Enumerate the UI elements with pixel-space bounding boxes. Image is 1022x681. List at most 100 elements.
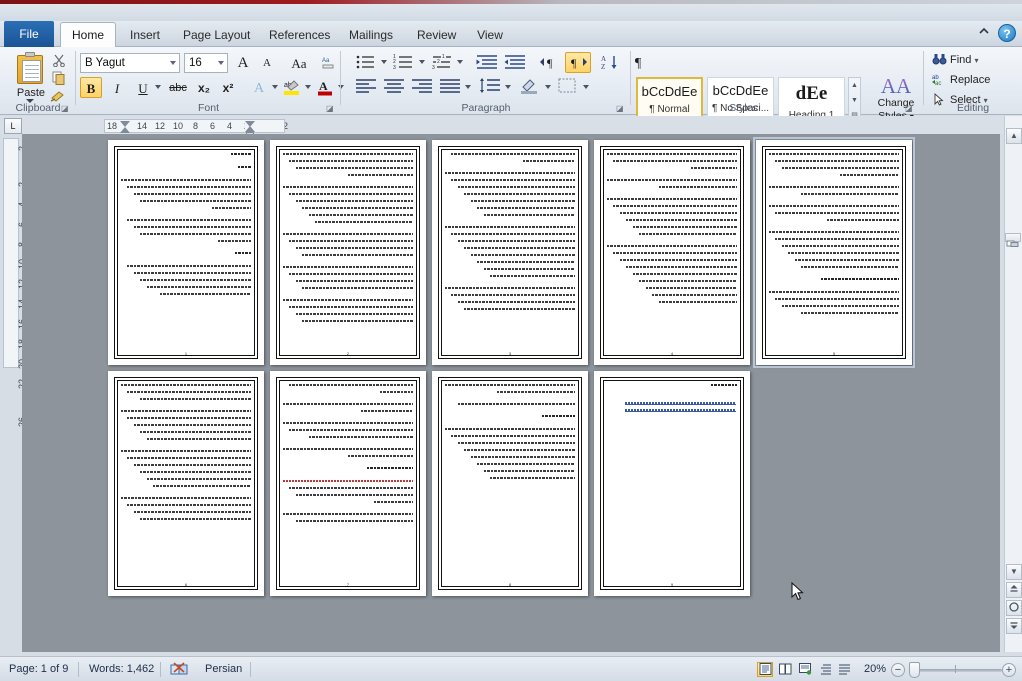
paste-icon[interactable] xyxy=(14,51,46,85)
scroll-down-arrow[interactable]: ▼ xyxy=(1006,564,1022,580)
align-left-icon[interactable] xyxy=(353,77,379,98)
line-spacing-dropdown-arrow[interactable] xyxy=(505,85,511,89)
paste-button-label[interactable]: Paste xyxy=(10,87,52,99)
page-thumbnail[interactable]: 5 xyxy=(753,137,915,368)
zoom-in-button[interactable]: + xyxy=(1002,663,1016,677)
next-page-button[interactable] xyxy=(1006,618,1022,634)
split-window-icon[interactable] xyxy=(1005,233,1021,247)
copy-icon[interactable] xyxy=(52,71,66,88)
page-thumbnail[interactable]: 4 xyxy=(594,140,750,365)
tab-view[interactable]: View xyxy=(468,23,512,47)
horizontal-ruler-right[interactable] xyxy=(245,119,285,137)
styles-dialog-launcher[interactable]: ◪ xyxy=(905,104,914,113)
find-button[interactable]: Find ▾ xyxy=(930,51,1016,69)
bold-button[interactable]: B xyxy=(80,77,102,98)
page-indicator[interactable]: Page: 1 of 9 xyxy=(0,657,77,681)
scroll-up-arrow[interactable]: ▲ xyxy=(1006,128,1022,144)
find-dropdown-arrow[interactable]: ▾ xyxy=(974,56,978,65)
shading-icon[interactable] xyxy=(517,77,543,98)
page-thumbnail[interactable]: 9 xyxy=(594,371,750,596)
highlight-icon[interactable]: ab xyxy=(281,77,303,98)
ltr-text-direction-icon[interactable]: ¶ xyxy=(537,52,563,73)
text-effects-dropdown-arrow[interactable] xyxy=(272,85,278,89)
rtl-text-direction-icon[interactable]: ¶ xyxy=(565,52,591,73)
zoom-slider-thumb[interactable] xyxy=(909,662,920,678)
bullets-icon[interactable] xyxy=(353,52,379,73)
decrease-indent-icon[interactable] xyxy=(474,52,500,73)
page-thumbnail[interactable]: 8 xyxy=(432,371,588,596)
numbering-icon[interactable]: 123 xyxy=(391,52,417,73)
zoom-slider-track[interactable] xyxy=(910,669,1002,672)
cut-icon[interactable] xyxy=(52,53,66,70)
multilevel-list-icon[interactable]: 123 xyxy=(429,52,455,73)
hanging-indent-marker[interactable] xyxy=(120,127,130,133)
tab-home[interactable]: Home xyxy=(60,22,116,48)
change-case-button[interactable]: Aa xyxy=(284,52,314,73)
grow-font-button[interactable]: A xyxy=(232,52,254,73)
help-icon[interactable]: ? xyxy=(998,24,1016,42)
previous-page-button[interactable] xyxy=(1006,582,1022,598)
clear-formatting-icon[interactable]: Aa xyxy=(318,52,340,73)
justify-icon[interactable] xyxy=(437,77,463,98)
view-print-layout-button[interactable] xyxy=(757,662,773,677)
vertical-scrollbar[interactable]: ▲ ▼ xyxy=(1004,116,1022,652)
strikethrough-button[interactable]: abc xyxy=(165,77,191,98)
line-spacing-icon[interactable] xyxy=(477,77,503,98)
bullets-dropdown-arrow[interactable] xyxy=(381,60,387,64)
page-thumbnail[interactable]: 2 xyxy=(270,140,426,365)
spelling-check-icon[interactable] xyxy=(170,662,188,677)
view-outline-button[interactable] xyxy=(817,662,833,677)
font-name-combo[interactable]: B Yagut xyxy=(80,53,180,73)
styles-scroll-up-icon[interactable]: ▲ xyxy=(849,78,860,93)
page-thumbnail[interactable]: 3 xyxy=(432,140,588,365)
text-line xyxy=(801,266,899,268)
tab-stop-selector[interactable]: L xyxy=(4,118,22,134)
view-draft-button[interactable] xyxy=(836,662,852,677)
page-thumbnail[interactable]: 7 xyxy=(270,371,426,596)
minimize-ribbon-icon[interactable] xyxy=(976,25,992,41)
align-right-icon[interactable] xyxy=(409,77,435,98)
tab-page-layout[interactable]: Page Layout xyxy=(174,23,256,47)
subscript-button[interactable]: x₂ xyxy=(193,77,215,98)
borders-icon[interactable] xyxy=(555,77,581,98)
superscript-button[interactable]: x² xyxy=(217,77,239,98)
increase-indent-icon[interactable] xyxy=(502,52,528,73)
vertical-ruler[interactable]: 2 2 4 6 8 10 12 14 16 18 20 22 26 xyxy=(3,138,27,427)
font-color-icon[interactable]: A xyxy=(314,77,336,98)
justify-dropdown-arrow[interactable] xyxy=(465,85,471,89)
shrink-font-button[interactable]: A xyxy=(256,52,278,73)
tab-file[interactable]: File xyxy=(4,21,54,47)
zoom-out-button[interactable]: − xyxy=(891,663,905,677)
language-indicator[interactable]: Persian xyxy=(196,657,251,681)
change-styles-button[interactable]: AA Change Styles ▾ xyxy=(867,75,925,122)
tab-references[interactable]: References xyxy=(260,23,334,47)
view-full-screen-reading-button[interactable] xyxy=(777,662,793,677)
numbering-dropdown-arrow[interactable] xyxy=(419,60,425,64)
tab-mailings[interactable]: Mailings xyxy=(340,23,402,47)
view-web-layout-button[interactable] xyxy=(797,662,813,677)
shading-dropdown-arrow[interactable] xyxy=(545,85,551,89)
zoom-level-label[interactable]: 20% xyxy=(855,657,895,681)
underline-dropdown-arrow[interactable] xyxy=(155,85,161,89)
italic-button[interactable]: I xyxy=(106,77,128,98)
tab-insert[interactable]: Insert xyxy=(120,23,170,47)
select-browse-object-button[interactable] xyxy=(1006,600,1022,616)
highlight-dropdown-arrow[interactable] xyxy=(305,85,311,89)
tab-review[interactable]: Review xyxy=(408,23,462,47)
underline-button[interactable]: U xyxy=(132,77,154,98)
align-center-icon[interactable] xyxy=(381,77,407,98)
document-canvas[interactable]: 1 2 3 4 5 6 7 8 9 xyxy=(22,134,1000,652)
page-thumbnail[interactable]: 1 xyxy=(108,140,264,365)
font-size-combo[interactable]: 16 xyxy=(184,53,228,73)
paragraph-dialog-launcher[interactable]: ◪ xyxy=(616,104,625,113)
page-thumbnail[interactable]: 6 xyxy=(108,371,264,596)
replace-button[interactable]: ab ac Replace xyxy=(930,71,1016,89)
multilevel-dropdown-arrow[interactable] xyxy=(457,60,463,64)
text-effects-icon[interactable]: A xyxy=(248,77,270,98)
text-line xyxy=(140,233,251,235)
word-count[interactable]: Words: 1,462 xyxy=(80,657,163,681)
sort-az-icon[interactable]: AZ xyxy=(597,52,623,73)
font-dialog-launcher[interactable]: ◪ xyxy=(326,104,335,113)
clipboard-dialog-launcher[interactable]: ◪ xyxy=(61,104,70,113)
borders-dropdown-arrow[interactable] xyxy=(583,85,589,89)
